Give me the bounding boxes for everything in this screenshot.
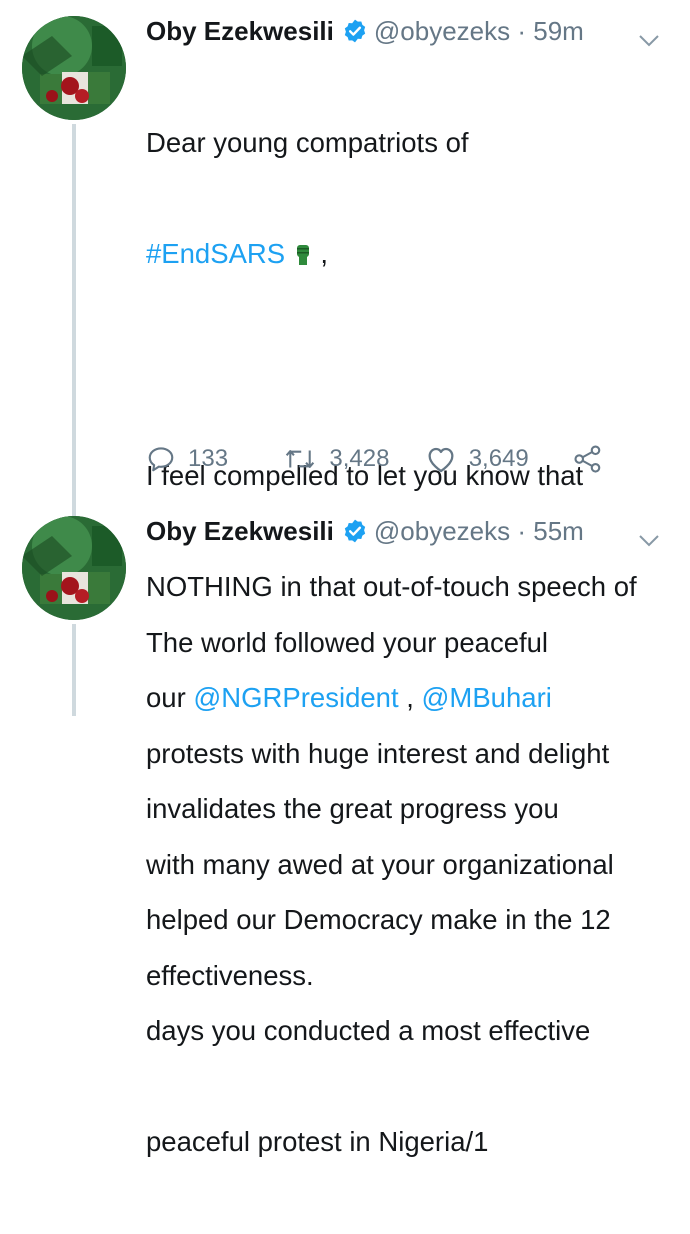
thread-line xyxy=(72,624,76,716)
chevron-down-icon[interactable] xyxy=(638,522,660,556)
hashtag-link[interactable]: #EndSARS xyxy=(146,238,285,269)
avatar[interactable] xyxy=(22,16,126,120)
retweet-button[interactable]: 3,428 xyxy=(283,444,424,474)
dot-separator: · xyxy=(510,16,533,46)
text-line: protests with huge interest and delight xyxy=(146,738,610,769)
dot-separator: · xyxy=(510,516,533,546)
separator: · xyxy=(517,16,527,46)
share-button[interactable] xyxy=(572,444,616,474)
like-icon xyxy=(428,447,454,473)
tweet-text: The world followed your peaceful protest… xyxy=(146,550,670,1068)
author-handle[interactable]: @obyezeks xyxy=(374,516,510,546)
verified-badge-icon xyxy=(342,518,368,552)
punctuation: , xyxy=(312,238,329,269)
avatar-image xyxy=(22,516,126,620)
timestamp[interactable]: 55m xyxy=(533,516,584,546)
separator: · xyxy=(517,516,527,546)
retweet-count: 3,428 xyxy=(329,445,390,472)
text-line: The world followed your peaceful xyxy=(146,627,549,658)
tweet-actions: 133 3,428 3,649 xyxy=(146,444,616,474)
text-line: effectiveness. xyxy=(146,960,314,991)
author-handle[interactable]: @obyezeks xyxy=(374,16,510,46)
text-line: Dear young compatriots of xyxy=(146,127,469,158)
like-button[interactable]: 3,649 xyxy=(425,444,572,474)
reply-button[interactable]: 133 xyxy=(146,444,283,474)
reply-icon xyxy=(148,447,174,472)
author-name[interactable]: Oby Ezekwesili xyxy=(146,516,334,546)
reply-count: 133 xyxy=(188,445,229,472)
chevron-down-icon[interactable] xyxy=(638,22,660,56)
avatar-image xyxy=(22,16,126,120)
tweet-header: Oby Ezekwesili @obyezeks · 55m xyxy=(146,514,670,548)
text-line: with many awed at your organizational xyxy=(146,849,614,880)
retweet-icon xyxy=(286,450,315,468)
timestamp[interactable]: 59m xyxy=(533,16,584,46)
text-line: #EndSARS , xyxy=(146,235,670,272)
like-count: 3,649 xyxy=(468,445,529,472)
verified-badge-icon xyxy=(342,18,368,52)
thread-line xyxy=(72,124,76,516)
author-name[interactable]: Oby Ezekwesili xyxy=(146,16,334,46)
share-icon xyxy=(574,445,601,473)
avatar[interactable] xyxy=(22,516,126,620)
text-line: peaceful protest in Nigeria/1 xyxy=(146,1126,489,1157)
raised-fist-emoji xyxy=(293,238,313,269)
tweet-header: Oby Ezekwesili @obyezeks · 59m xyxy=(146,14,670,48)
